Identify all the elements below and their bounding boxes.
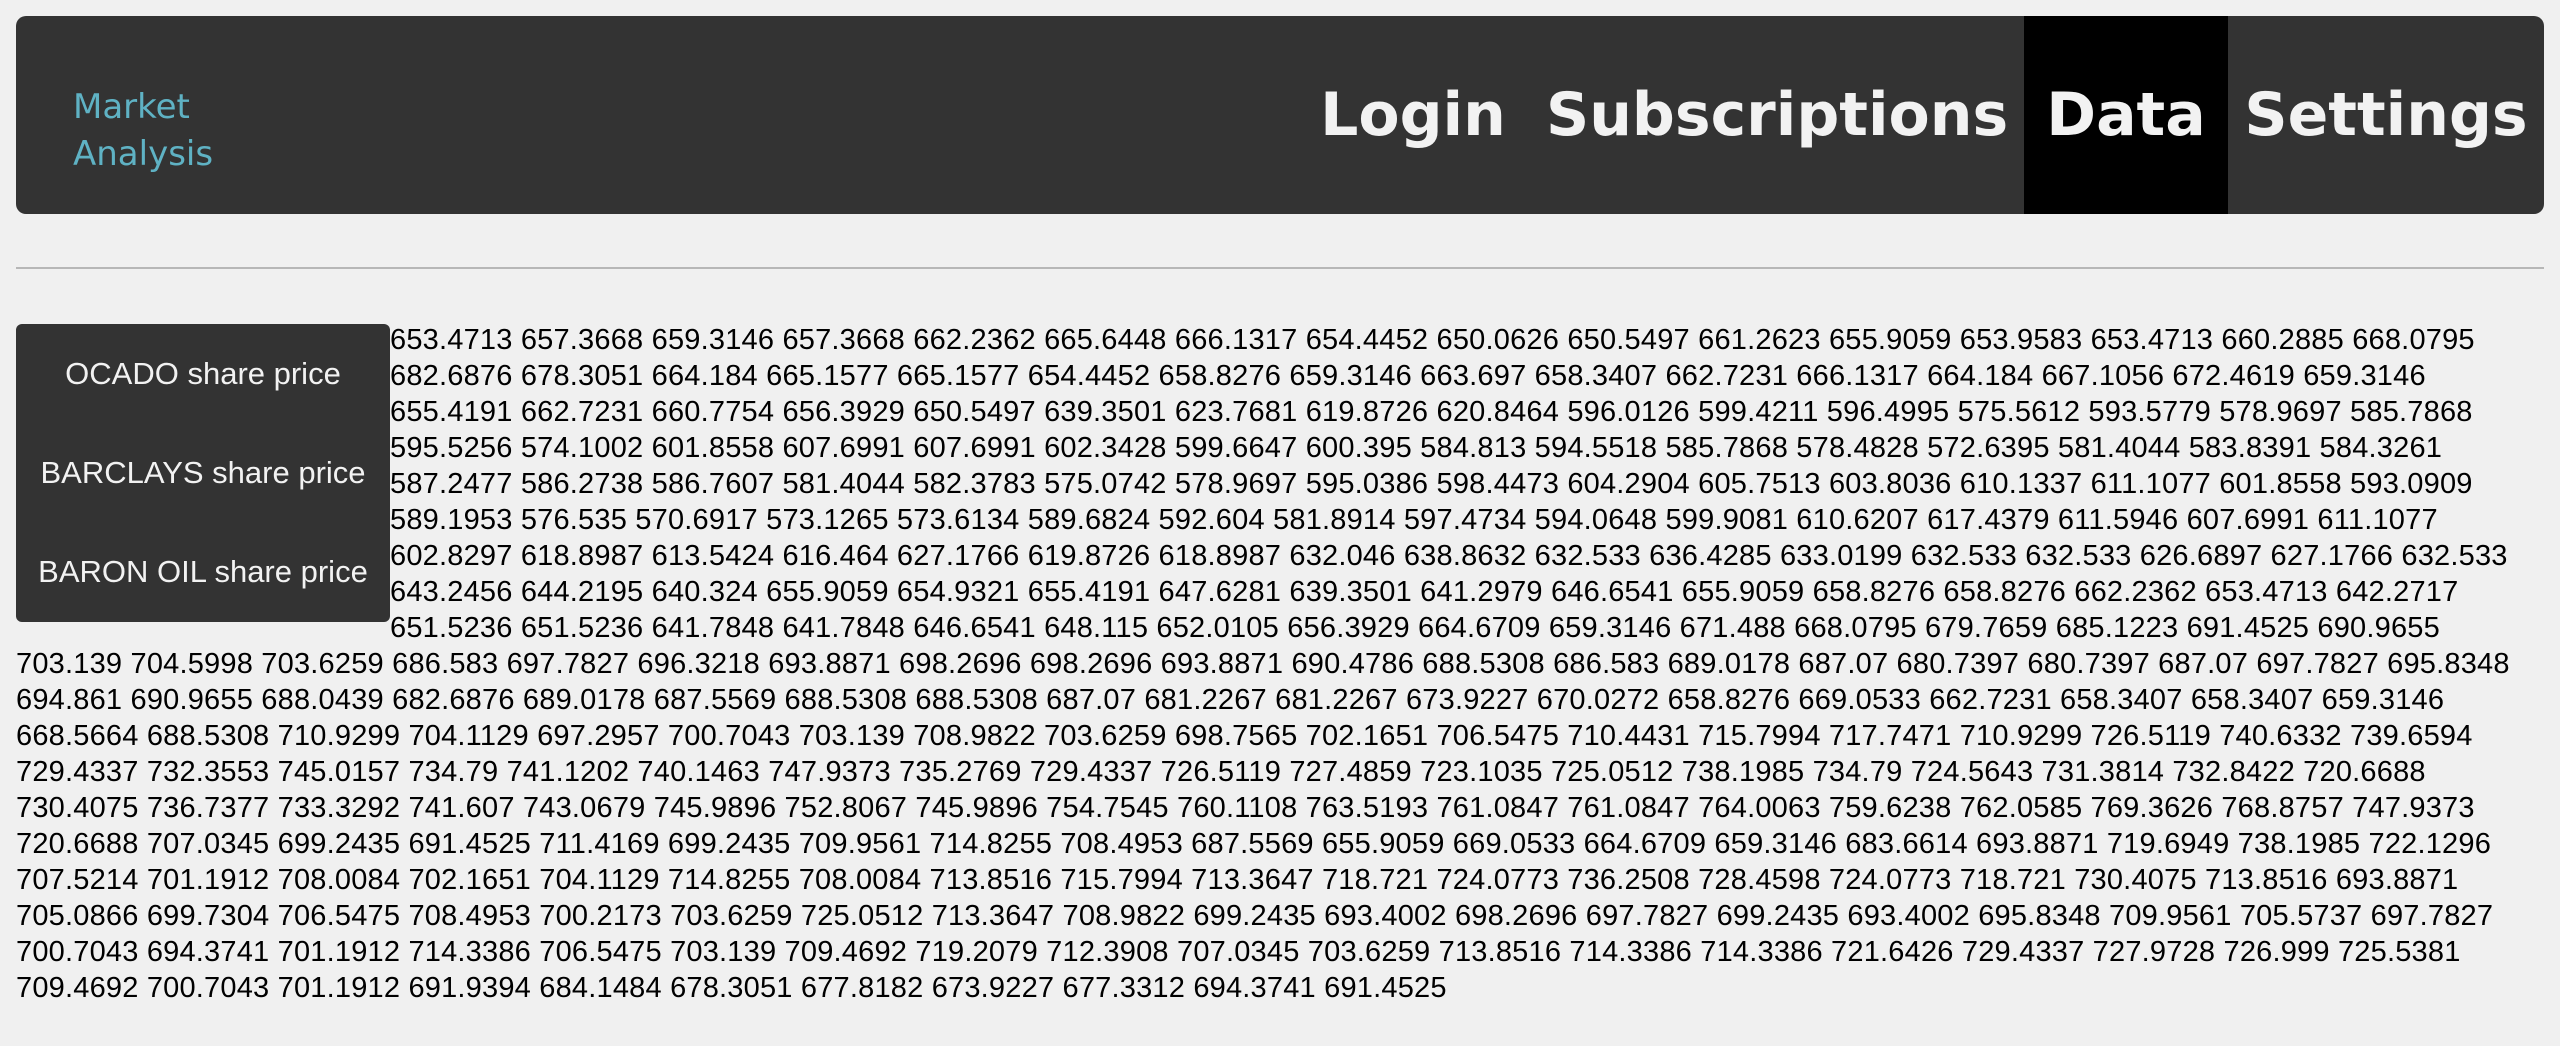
nav-data-active[interactable]: Data xyxy=(2024,16,2228,214)
horizontal-divider xyxy=(16,267,2544,269)
nav-login[interactable]: Login xyxy=(1312,16,1514,214)
menu-item-barclays[interactable]: BARCLAYS share price xyxy=(16,423,390,522)
nav-subscriptions[interactable]: Subscriptions xyxy=(1546,16,2008,214)
menu-item-ocado[interactable]: OCADO share price xyxy=(16,324,390,423)
menu-item-baron-oil[interactable]: BARON OIL share price xyxy=(16,522,390,621)
share-price-menu: OCADO share price BARCLAYS share price B… xyxy=(16,324,390,622)
brand-line-2: Analysis xyxy=(73,134,214,174)
top-navigation-bar: Market Analysis Login Subscriptions Data… xyxy=(16,16,2544,214)
data-content-area: 653.4713 657.3668 659.3146 657.3668 662.… xyxy=(16,322,2546,1046)
nav-settings[interactable]: Settings xyxy=(2228,16,2544,214)
brand-logo[interactable]: Market Analysis xyxy=(73,84,213,178)
brand-line-1: Market xyxy=(73,87,190,127)
share-price-data: 653.4713 657.3668 659.3146 657.3668 662.… xyxy=(16,324,2510,1004)
